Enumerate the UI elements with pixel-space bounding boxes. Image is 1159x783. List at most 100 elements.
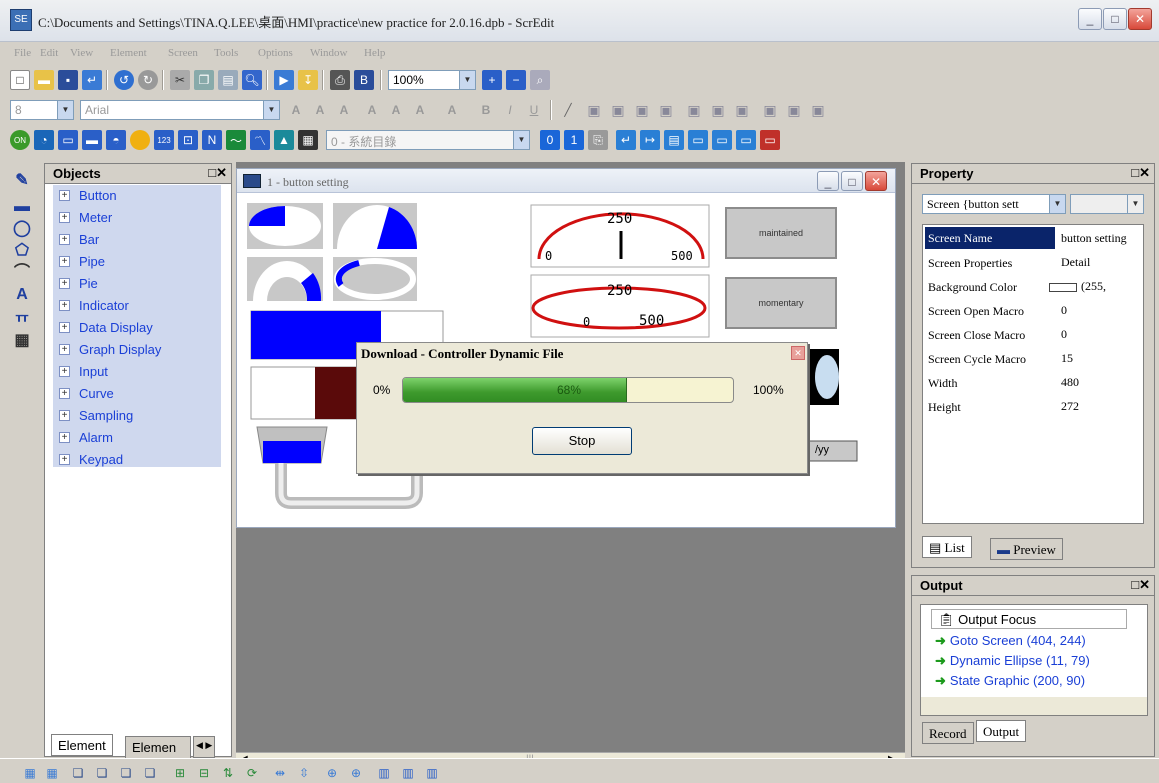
dialog-close-icon[interactable]: ✕ bbox=[791, 346, 805, 360]
menu-file[interactable]: File bbox=[14, 47, 31, 59]
align-middle-icon[interactable]: ▣ bbox=[684, 100, 704, 120]
space-h-icon[interactable]: ⇹ bbox=[270, 763, 290, 783]
library-icon[interactable]: ▤ bbox=[664, 130, 684, 150]
screen-delete-icon[interactable]: ▭ bbox=[760, 130, 780, 150]
tree-item-input[interactable]: + Input bbox=[55, 361, 219, 383]
bold-icon[interactable]: B bbox=[476, 100, 496, 120]
italic-icon[interactable]: I bbox=[500, 100, 520, 120]
property-object-select[interactable]: Screen {button sett ▼ bbox=[922, 194, 1066, 214]
data-display-icon[interactable]: 123 bbox=[154, 130, 174, 150]
text-valign-top-icon[interactable]: A bbox=[362, 100, 382, 120]
screen-maximize-button[interactable]: □ bbox=[841, 171, 863, 191]
pipe-element-icon[interactable]: ▬ bbox=[82, 130, 102, 150]
expand-icon[interactable]: + bbox=[59, 454, 70, 465]
redo-icon[interactable]: ↻ bbox=[138, 70, 158, 90]
tree-item-data-display[interactable]: + Data Display bbox=[55, 317, 219, 339]
tree-item-indicator[interactable]: + Indicator bbox=[55, 295, 219, 317]
snap-icon[interactable]: ▦ bbox=[42, 763, 62, 783]
paste-icon[interactable]: ▤ bbox=[218, 70, 238, 90]
text-align-right-icon[interactable]: A bbox=[334, 100, 354, 120]
align-left-icon[interactable]: ▣ bbox=[584, 100, 604, 120]
curve-element-icon[interactable]: 〜 bbox=[226, 130, 246, 150]
menu-element[interactable]: Element bbox=[110, 47, 147, 59]
tab-preview[interactable]: ▬ Preview bbox=[990, 538, 1063, 560]
circle-icon[interactable]: ◯ bbox=[12, 220, 32, 238]
output-item[interactable]: ➜ State Graphic (200, 90) bbox=[935, 673, 1085, 689]
tab-list[interactable]: ▤ List bbox=[922, 536, 972, 558]
graph-display-icon[interactable]: ⊡ bbox=[178, 130, 198, 150]
underline-icon[interactable]: U bbox=[524, 100, 544, 120]
export-icon[interactable]: ↦ bbox=[640, 130, 660, 150]
close-button[interactable]: ✕ bbox=[1128, 8, 1152, 30]
line-tool-icon[interactable]: ╱ bbox=[558, 100, 578, 120]
send-back-icon[interactable]: ❏ bbox=[92, 763, 112, 783]
menu-edit[interactable]: Edit bbox=[40, 47, 58, 59]
prop-row-screen-properties[interactable]: Screen Properties Detail bbox=[923, 251, 1143, 274]
text-align-left-icon[interactable]: A bbox=[286, 100, 306, 120]
screen-close-button[interactable]: ✕ bbox=[865, 171, 887, 191]
screen-new-icon[interactable]: ▭ bbox=[688, 130, 708, 150]
font-size-select[interactable]: 8 ▼ bbox=[10, 100, 74, 120]
tab-scroll-arrows[interactable]: ◀ ▶ bbox=[193, 736, 216, 758]
new-file-icon[interactable]: □ bbox=[10, 70, 30, 90]
tree-item-alarm[interactable]: + Alarm bbox=[55, 427, 219, 449]
indicator-element-icon[interactable] bbox=[130, 130, 150, 150]
scale-icon[interactable]: ┰┰ bbox=[12, 308, 32, 326]
color-swatch[interactable] bbox=[1049, 282, 1077, 292]
zoom-in-icon[interactable]: + bbox=[482, 70, 502, 90]
minimize-button[interactable]: _ bbox=[1078, 8, 1102, 30]
tree-item-button[interactable]: + Button bbox=[55, 185, 219, 207]
screen-minimize-button[interactable]: _ bbox=[817, 171, 839, 191]
expand-icon[interactable]: + bbox=[59, 212, 70, 223]
maintained-button[interactable]: maintained bbox=[725, 207, 837, 259]
prop-row-cycle-macro[interactable]: Screen Cycle Macro 15 bbox=[923, 347, 1143, 370]
tab-element[interactable]: Element bbox=[51, 734, 113, 756]
zoom-out-icon[interactable]: − bbox=[506, 70, 526, 90]
prop-row-width[interactable]: Width 480 bbox=[923, 371, 1143, 394]
download-icon[interactable]: ↧ bbox=[298, 70, 318, 90]
button-element-icon[interactable]: ON bbox=[10, 130, 30, 150]
tab-element-2[interactable]: Elemen bbox=[125, 736, 191, 758]
tree-item-curve[interactable]: + Curve bbox=[55, 383, 219, 405]
tab-output[interactable]: Output bbox=[976, 720, 1027, 742]
stop-button[interactable]: Stop bbox=[532, 427, 632, 455]
simulate-icon[interactable]: B bbox=[354, 70, 374, 90]
compile-icon[interactable]: ▶ bbox=[274, 70, 294, 90]
panel-close-icon[interactable]: □✕ bbox=[1131, 165, 1150, 181]
rectangle-icon[interactable]: ▬ bbox=[12, 198, 32, 216]
maximize-button[interactable]: □ bbox=[1103, 8, 1127, 30]
momentary-button[interactable]: momentary bbox=[725, 277, 837, 329]
output-item[interactable]: ➜ Dynamic Ellipse (11, 79) bbox=[935, 653, 1090, 669]
tab-record[interactable]: Record bbox=[922, 722, 974, 744]
alarm-element-icon[interactable]: ▲ bbox=[274, 130, 294, 150]
tree-item-sampling[interactable]: + Sampling bbox=[55, 405, 219, 427]
expand-icon[interactable]: + bbox=[59, 410, 70, 421]
align-grid-icon[interactable]: ▦ bbox=[20, 763, 40, 783]
upload-icon[interactable]: ↵ bbox=[616, 130, 636, 150]
menu-options[interactable]: Options bbox=[258, 47, 293, 59]
same-width-icon[interactable]: ▣ bbox=[784, 100, 804, 120]
expand-icon[interactable]: + bbox=[59, 256, 70, 267]
size-both-icon[interactable]: ▥ bbox=[422, 763, 442, 783]
center-h-icon[interactable]: ⊕ bbox=[322, 763, 342, 783]
distribute-v-icon[interactable]: ▣ bbox=[760, 100, 780, 120]
open-folder-icon[interactable]: ▬ bbox=[34, 70, 54, 90]
menu-help[interactable]: Help bbox=[364, 47, 385, 59]
pencil-icon[interactable]: ✎ bbox=[12, 172, 32, 190]
prop-row-screen-name[interactable]: Screen Name button setting bbox=[923, 227, 1143, 250]
tree-item-meter[interactable]: + Meter bbox=[55, 207, 219, 229]
align-center-icon[interactable]: ▣ bbox=[608, 100, 628, 120]
bar-element-icon[interactable]: ▭ bbox=[58, 130, 78, 150]
ungroup-icon[interactable]: ⊟ bbox=[194, 763, 214, 783]
screen-paste-icon[interactable]: ▭ bbox=[736, 130, 756, 150]
undo-icon[interactable]: ↺ bbox=[114, 70, 134, 90]
prop-row-close-macro[interactable]: Screen Close Macro 0 bbox=[923, 323, 1143, 346]
menu-view[interactable]: View bbox=[70, 47, 93, 59]
font-color-icon[interactable]: A bbox=[442, 100, 462, 120]
align-right-icon[interactable]: ▣ bbox=[632, 100, 652, 120]
tree-item-graph-display[interactable]: + Graph Display bbox=[55, 339, 219, 361]
screen-copy-icon[interactable]: ▭ bbox=[712, 130, 732, 150]
menu-tools[interactable]: Tools bbox=[214, 47, 238, 59]
font-name-select[interactable]: Arial ▼ bbox=[80, 100, 280, 120]
output-hscroll[interactable] bbox=[921, 697, 1147, 715]
